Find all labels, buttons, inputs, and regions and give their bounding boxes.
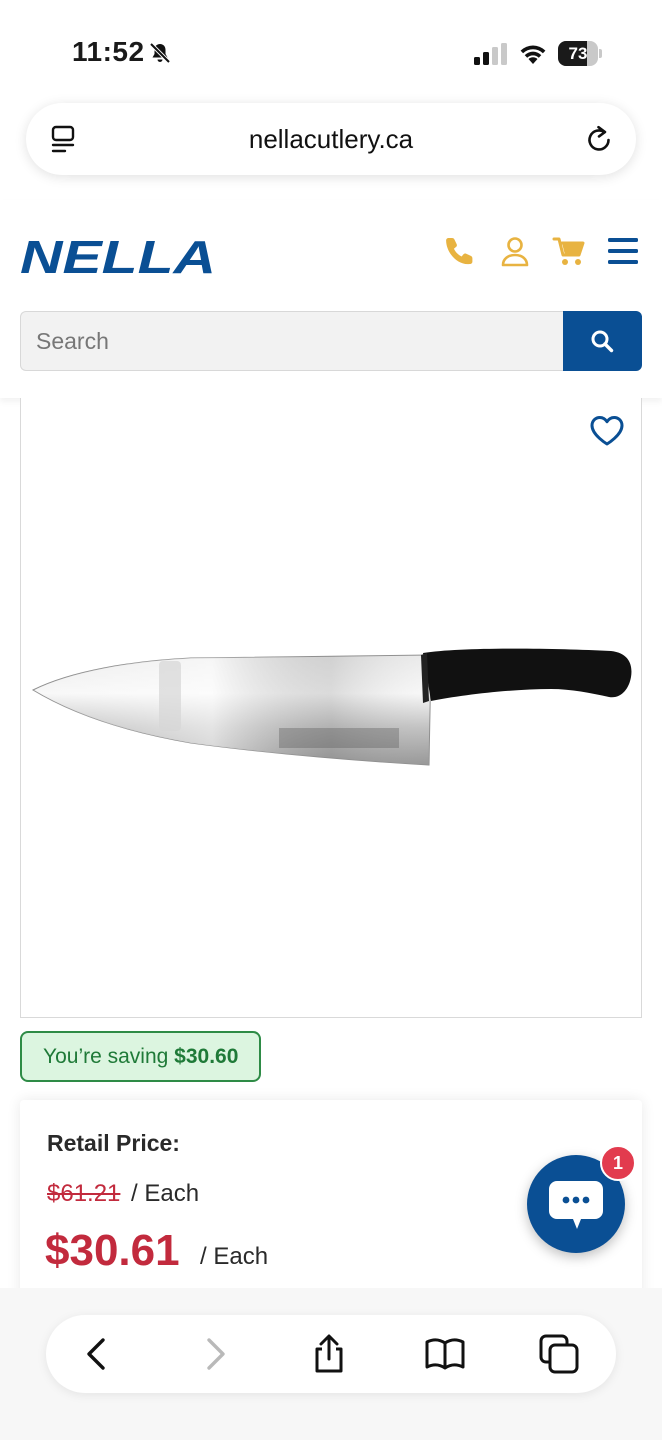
sale-price-unit: / Each xyxy=(200,1243,269,1270)
tabs-overview-icon[interactable] xyxy=(538,1333,580,1375)
knife-product-photo xyxy=(31,648,632,766)
battery-body: 73 xyxy=(558,41,598,66)
shopping-cart-icon[interactable] xyxy=(552,234,586,268)
share-icon[interactable] xyxy=(308,1333,350,1375)
search-input[interactable] xyxy=(20,311,564,371)
battery-level: 73 xyxy=(568,44,588,63)
wifi-icon xyxy=(520,45,546,64)
original-price-unit: / Each xyxy=(131,1180,200,1207)
hamburger-menu-icon[interactable] xyxy=(606,234,640,268)
reload-icon[interactable] xyxy=(584,123,614,155)
address-bar[interactable]: nellacutlery.ca xyxy=(26,103,636,175)
browser-toolbar xyxy=(46,1315,616,1393)
site-header: NELLA xyxy=(0,200,662,398)
user-account-icon[interactable] xyxy=(498,234,532,268)
retail-price-label: Retail Price: xyxy=(47,1130,180,1156)
original-price: $61.21 xyxy=(47,1180,121,1207)
battery-cap xyxy=(599,49,602,58)
logo-text: NELLA xyxy=(20,236,216,280)
forward-icon[interactable] xyxy=(194,1333,236,1375)
search-icon xyxy=(591,330,614,353)
sale-price: $30.61 xyxy=(45,1226,180,1275)
saving-badge: You’re saving $30.60 xyxy=(20,1031,262,1082)
bookmarks-icon[interactable] xyxy=(424,1333,466,1375)
product-image[interactable] xyxy=(20,398,642,1018)
search-button[interactable] xyxy=(563,311,642,371)
nella-logo[interactable]: NELLA xyxy=(20,236,220,280)
battery-indicator: 73 xyxy=(558,41,602,66)
heart-wishlist-icon[interactable] xyxy=(589,414,625,448)
status-bar: 11:52 73 xyxy=(0,0,662,100)
page-menu-icon[interactable] xyxy=(50,125,78,155)
saving-prefix: You’re saving xyxy=(43,1045,175,1068)
status-time: 11:52 xyxy=(72,36,145,67)
back-icon[interactable] xyxy=(76,1333,118,1375)
bell-slash-icon xyxy=(149,42,171,64)
chat-bubble-icon xyxy=(549,1181,603,1229)
phone-icon[interactable] xyxy=(444,234,478,268)
url-text[interactable]: nellacutlery.ca xyxy=(106,103,556,175)
site-search xyxy=(20,311,642,371)
cellular-signal-icon xyxy=(474,43,507,65)
saving-amount: $30.60 xyxy=(174,1045,239,1068)
chat-notification-badge: 1 xyxy=(600,1145,636,1181)
